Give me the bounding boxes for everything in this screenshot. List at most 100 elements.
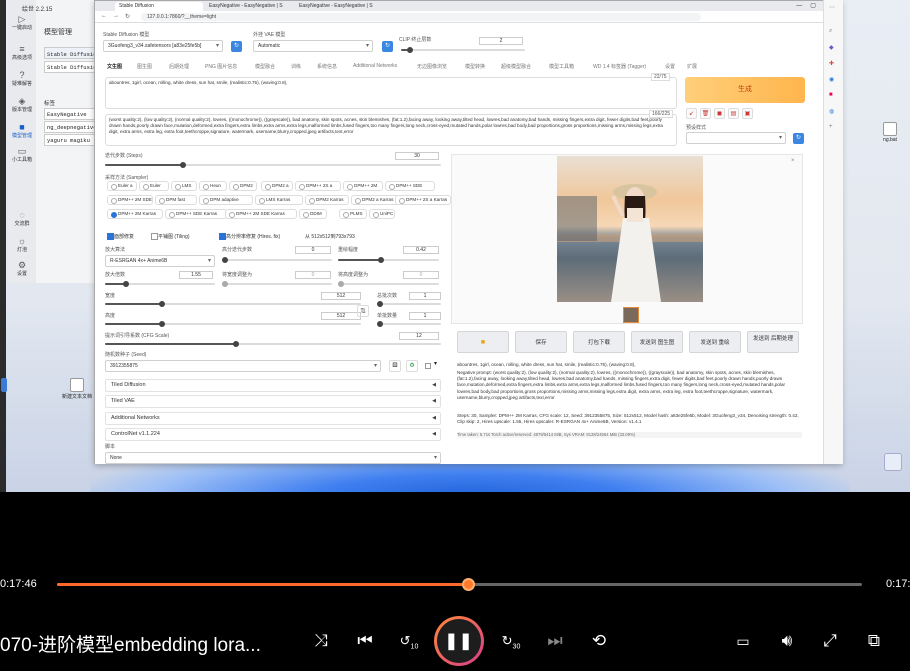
desktop-widget-icon[interactable] [884,453,902,471]
send-extras-button[interactable]: 发送到 后期处理 [747,331,799,353]
resize-w-slider[interactable] [222,281,332,287]
add-icon[interactable]: + [829,124,833,130]
negative-prompt-input[interactable]: (worst quality:2), (low quality:2), (nor… [105,114,677,146]
tab-extras[interactable]: 后期处理 [169,63,189,70]
extra-seed-checkbox[interactable] [425,363,431,369]
tab-img2img[interactable]: 图生图 [137,63,152,70]
video-frame[interactable]: ▷ 一键启动 ≡ 高级选项 ? 疑难解答 ◈ 版本管理 ■ 模型管理 ▭ 小工具箱 ◌ 交流群… [0,0,910,492]
resize-w-input[interactable]: 0 [295,271,331,279]
tab-train[interactable]: 训练 [291,63,301,70]
sidebar-item-models[interactable]: ■ 模型管理 [8,122,36,139]
height-slider[interactable] [105,321,361,327]
zip-button[interactable]: 打包下载 [573,331,625,353]
back-icon[interactable]: ← [101,13,107,19]
sampler-option[interactable]: DPM adaptive [199,195,253,205]
next-icon[interactable]: ⏭ [542,631,568,651]
seek-bar[interactable] [57,578,862,591]
upscale-by-slider[interactable] [105,281,215,287]
batch-count-slider[interactable] [377,301,441,307]
hires-fix-checkbox[interactable]: 高分辨率修复 (Hires. fix) [219,233,280,240]
tools-icon[interactable]: ✚ [829,60,834,67]
save-button[interactable]: 保存 [515,331,567,353]
trash-icon[interactable]: 🗑 [700,108,711,119]
tab-sysinfo[interactable]: 系统信息 [317,63,337,70]
search-icon[interactable]: ⌕ [829,28,832,35]
width-input[interactable]: 512 [321,292,361,300]
seed-input[interactable]: 3912355875 [105,360,381,372]
sampler-option[interactable]: DPM++ 2M SDE Karras [225,209,297,219]
seek-thumb[interactable] [461,578,475,591]
upscale-by-input[interactable]: 1.55 [179,271,213,279]
send-inpaint-button[interactable]: 发送到 重绘 [689,331,741,353]
hires-steps-input[interactable]: 0 [295,246,331,254]
tab-browser[interactable]: 无边图像浏览 [417,63,447,70]
browser-tab[interactable]: EasyNegative - EasyNegative | S [295,2,383,11]
shopping-icon[interactable]: ◆ [829,44,834,51]
generated-image[interactable] [557,156,703,302]
sidebar-item-troubleshoot[interactable]: ? 疑难解答 [8,70,36,87]
bing-icon[interactable]: ◍ [829,108,834,115]
denoise-input[interactable]: 0.42 [403,246,439,254]
sampler-option[interactable]: DPM2 a [261,181,293,191]
sampler-option[interactable]: DDIM [299,209,327,219]
tab-addnet[interactable]: Additional Networks [353,63,397,69]
sampler-option[interactable]: Euler a [107,181,137,191]
upscaler-select[interactable]: R-ESRGAN 4x+ Anime6B [105,255,215,267]
script-select[interactable]: None [105,452,441,464]
sidebar-item-bulb[interactable]: ☼ 灯泡 [8,236,36,253]
subtitles-icon[interactable]: ▭ [730,631,756,651]
hires-steps-slider[interactable] [222,257,332,263]
prompt-input[interactable]: abountres, 1girl, ocean, rolling, white … [105,77,677,109]
close-icon[interactable]: × [791,158,795,164]
batch-size-slider[interactable] [377,321,441,327]
model-select[interactable]: 3Guofeng3_v34.safetensors [a83e25fe5b] [103,40,223,52]
sidebar-item-toolbox[interactable]: ▭ 小工具箱 [8,146,36,163]
sidebar-item-advanced[interactable]: ≡ 高级选项 [8,44,36,61]
sampler-option[interactable]: DPM++ 2M [343,181,383,191]
sampler-option[interactable]: DPM fast [155,195,197,205]
resize-h-input[interactable]: 0 [403,271,439,279]
thumbnail[interactable] [623,307,639,323]
batch-size-input[interactable]: 1 [409,312,441,320]
tab-pnginfo[interactable]: PNG 图片信息 [205,63,237,70]
shuffle-icon[interactable]: ⤨ [308,631,334,651]
sidebar-item-chat[interactable]: ◌ 交流群 [8,210,36,227]
sidebar-item-version[interactable]: ◈ 版本管理 [8,96,36,113]
previous-icon[interactable]: ⏮ [352,631,378,651]
rewind-10-icon[interactable]: ↺10 [396,631,422,658]
tab-extensions[interactable]: 扩展 [687,63,697,70]
dice-icon[interactable]: ⚄ [389,360,401,372]
sampler-option[interactable]: Heun [199,181,227,191]
tab-tagger[interactable]: WD 1.4 标签器 (Tagger) [593,63,646,70]
sampler-option[interactable]: DPM++ 2M SDE [107,195,153,205]
sampler-option[interactable]: DPM++ SDE [385,181,435,191]
refresh-icon[interactable]: ↻ [231,41,242,52]
clipboard-icon[interactable]: ▤ [728,108,739,119]
tab-settings[interactable]: 设置 [665,63,675,70]
sidebar-item-launch[interactable]: ▷ 一键启动 [8,14,36,31]
accordion-tiled-vae[interactable]: Tiled VAE [105,395,441,408]
style-select[interactable] [686,132,786,144]
cfg-slider[interactable] [105,341,441,347]
reload-icon[interactable]: ↻ [125,13,130,20]
steps-slider[interactable] [105,162,441,168]
sampler-option[interactable]: DPM++ 2S a Karras [395,195,451,205]
accordion-tiled-diffusion[interactable]: Tiled Diffusion [105,379,441,392]
batch-count-input[interactable]: 1 [409,292,441,300]
sampler-option[interactable]: PLMS [339,209,367,219]
mini-player-icon[interactable]: ⧉ [861,631,887,651]
volume-icon[interactable]: 🔊︎ [774,631,800,651]
tiling-checkbox[interactable]: 平铺图 (Tiling) [151,233,189,240]
height-input[interactable]: 512 [321,312,361,320]
tab-txt2img[interactable]: 文生图 [107,63,122,70]
desktop-icon-doc[interactable]: 新建文本文档 [62,378,92,400]
clip-slider[interactable] [401,47,525,53]
tab-convert[interactable]: 模型转换 [465,63,485,70]
sampler-option[interactable]: DPM2 [229,181,257,191]
browser-tab[interactable]: Stable Diffusion [115,2,203,11]
open-folder-button[interactable]: ■ [457,331,509,353]
send-img2img-button[interactable]: 发送到 图生图 [631,331,683,353]
browser-tab[interactable]: EasyNegative - EasyNegative | S [205,2,293,11]
sampler-option[interactable]: DPM++ SDE Karras [165,209,227,219]
sidebar-item-settings[interactable]: ⚙ 设置 [8,260,36,277]
